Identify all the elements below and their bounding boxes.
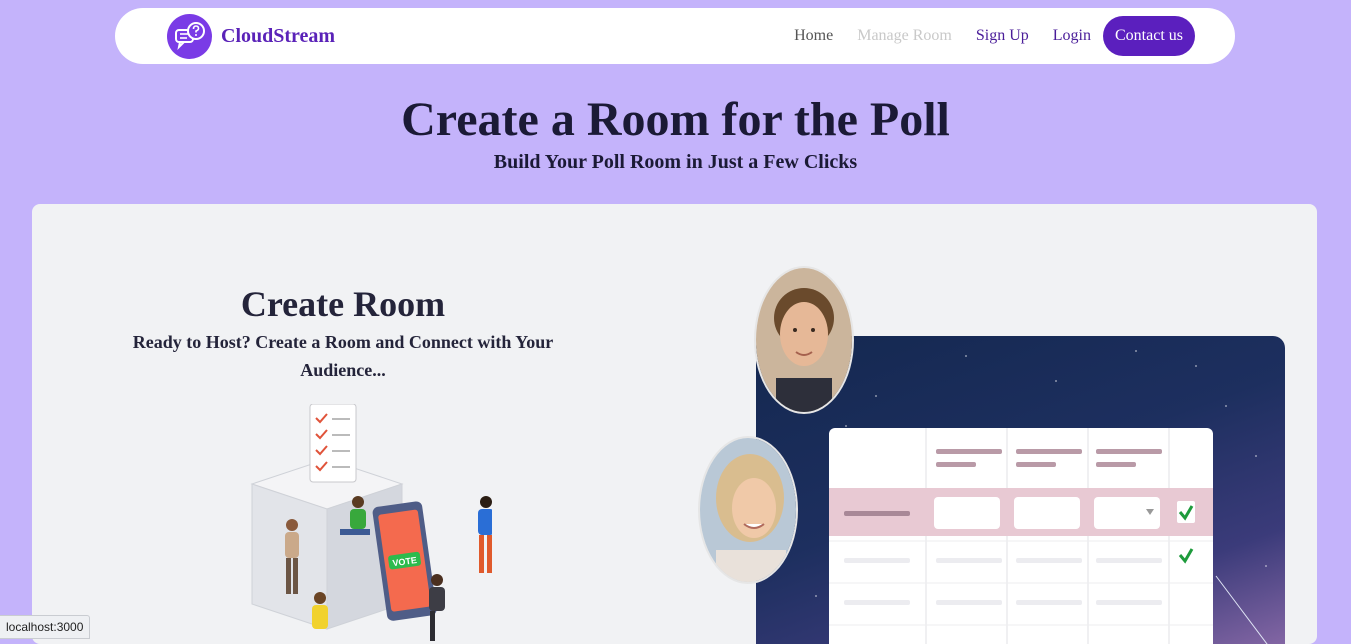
- voting-illustration: VOTE: [250, 404, 492, 641]
- nav-links: Home Manage Room Sign Up Login Contact u…: [794, 16, 1195, 56]
- page-subtitle: Build Your Poll Room in Just a Few Click…: [493, 151, 858, 173]
- nav-sign-up-link[interactable]: Sign Up: [976, 27, 1029, 45]
- nav-home-link[interactable]: Home: [794, 27, 833, 45]
- page-title: Create a Room for the Poll: [401, 93, 950, 146]
- brand[interactable]: CloudStream: [167, 14, 335, 59]
- create-room-title: Create Room: [240, 284, 446, 324]
- chat-question-icon: [167, 14, 212, 59]
- user-avatar-1: [754, 266, 854, 414]
- nav-manage-room-link[interactable]: Manage Room: [857, 27, 952, 45]
- create-room-description: Ready to Host? Create a Room and Connect…: [132, 332, 554, 380]
- person-figure: [478, 496, 492, 573]
- brand-name: CloudStream: [221, 25, 336, 47]
- person-figure: [312, 592, 328, 629]
- user-avatar-2: [698, 436, 798, 584]
- browser-status-url: localhost:3000: [0, 615, 91, 639]
- nav-login-link[interactable]: Login: [1053, 27, 1091, 45]
- navbar: CloudStream Home Manage Room Sign Up Log…: [115, 8, 1235, 64]
- contact-us-button[interactable]: Contact us: [1103, 16, 1195, 56]
- create-room-card: Create Room Ready to Host? Create a Room…: [32, 204, 1317, 644]
